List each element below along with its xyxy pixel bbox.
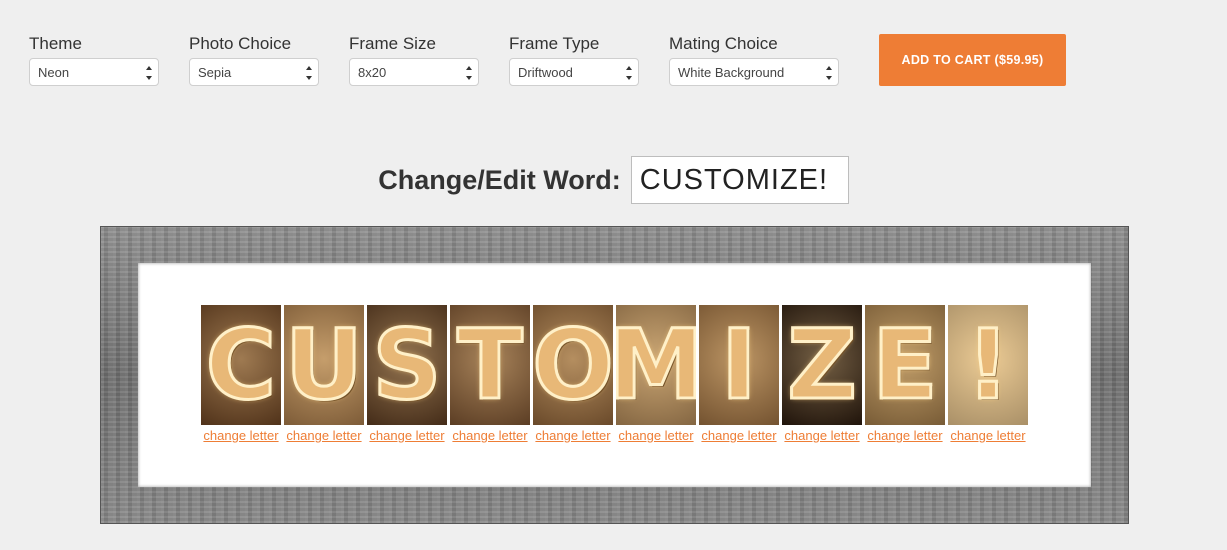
letter-photo: O <box>533 305 613 425</box>
mating-choice-label: Mating Choice <box>669 34 778 53</box>
letter-tile: Mchange letter <box>616 305 696 443</box>
mating-choice-value: White Background <box>678 65 785 80</box>
frame-size-option: Frame Size 8x20 <box>349 34 479 86</box>
select-arrows-icon <box>826 66 832 80</box>
letter-glyph: M <box>616 309 696 421</box>
mat-background: Cchange letter Uchange letter Schange lett… <box>138 263 1091 487</box>
change-letter-link[interactable]: change letter <box>286 428 361 443</box>
letter-glyph: E <box>871 309 940 421</box>
letter-tile: Uchange letter <box>284 305 364 443</box>
frame-type-label: Frame Type <box>509 34 600 53</box>
select-arrows-icon <box>306 66 312 80</box>
letter-photo: E <box>865 305 945 425</box>
letter-glyph: S <box>371 309 443 421</box>
edit-word-row: Change/Edit Word: <box>0 155 1227 205</box>
letter-tile: Ochange letter <box>533 305 613 443</box>
frame-size-label: Frame Size <box>349 34 436 53</box>
photo-choice-label: Photo Choice <box>189 34 292 53</box>
frame-preview: Cchange letter Uchange letter Schange lett… <box>100 226 1129 524</box>
theme-label: Theme <box>29 34 82 53</box>
mating-choice-select[interactable]: White Background <box>669 58 839 86</box>
change-letter-link[interactable]: change letter <box>784 428 859 443</box>
edit-word-label: Change/Edit Word: <box>378 164 621 195</box>
letter-tile: Ichange letter <box>699 305 779 443</box>
letter-photo: C <box>201 305 281 425</box>
select-arrows-icon <box>466 66 472 80</box>
change-letter-link[interactable]: change letter <box>369 428 444 443</box>
letter-glyph: I <box>720 309 759 421</box>
word-input[interactable] <box>630 156 849 204</box>
change-letter-link[interactable]: change letter <box>867 428 942 443</box>
letter-tile: Tchange letter <box>450 305 530 443</box>
letter-glyph: O <box>533 309 613 421</box>
letter-photo: M <box>616 305 696 425</box>
letter-tile: ! change letter <box>948 305 1028 443</box>
photo-choice-value: Sepia <box>198 65 232 80</box>
letter-glyph: Z <box>786 309 859 421</box>
photo-choice-select[interactable]: Sepia <box>189 58 319 86</box>
letter-glyph: ! <box>965 309 1012 421</box>
letter-glyph: T <box>456 309 525 421</box>
theme-value: Neon <box>38 65 70 80</box>
change-letter-link[interactable]: change letter <box>203 428 278 443</box>
change-letter-link[interactable]: change letter <box>618 428 693 443</box>
letter-photo: T <box>450 305 530 425</box>
add-to-cart-button[interactable]: ADD TO CART ($59.95) <box>879 34 1066 86</box>
letter-photo: Z <box>782 305 862 425</box>
frame-type-option: Frame Type Driftwood <box>509 34 639 86</box>
letter-photo: I <box>699 305 779 425</box>
letter-tile: Zchange letter <box>782 305 862 443</box>
theme-option: Theme Neon <box>29 34 159 86</box>
change-letter-link[interactable]: change letter <box>950 428 1025 443</box>
frame-size-value: 8x20 <box>358 65 387 80</box>
select-arrows-icon <box>626 66 632 80</box>
frame-type-select[interactable]: Driftwood <box>509 58 639 86</box>
theme-select[interactable]: Neon <box>29 58 159 86</box>
letter-tile: Schange letter <box>367 305 447 443</box>
change-letter-link[interactable]: change letter <box>535 428 610 443</box>
photo-choice-option: Photo Choice Sepia <box>189 34 319 86</box>
change-letter-link[interactable]: change letter <box>452 428 527 443</box>
letter-glyph: U <box>284 309 364 421</box>
frame-type-value: Driftwood <box>518 65 573 80</box>
letter-tiles: Cchange letter Uchange letter Schange lett… <box>201 305 1028 443</box>
letter-tile: Echange letter <box>865 305 945 443</box>
letter-glyph: C <box>204 309 277 421</box>
letter-photo: ! <box>948 305 1028 425</box>
change-letter-link[interactable]: change letter <box>701 428 776 443</box>
letter-photo: U <box>284 305 364 425</box>
select-arrows-icon <box>146 66 152 80</box>
letter-photo: S <box>367 305 447 425</box>
mating-choice-option: Mating Choice White Background <box>669 34 839 86</box>
letter-tile: Cchange letter <box>201 305 281 443</box>
frame-size-select[interactable]: 8x20 <box>349 58 479 86</box>
